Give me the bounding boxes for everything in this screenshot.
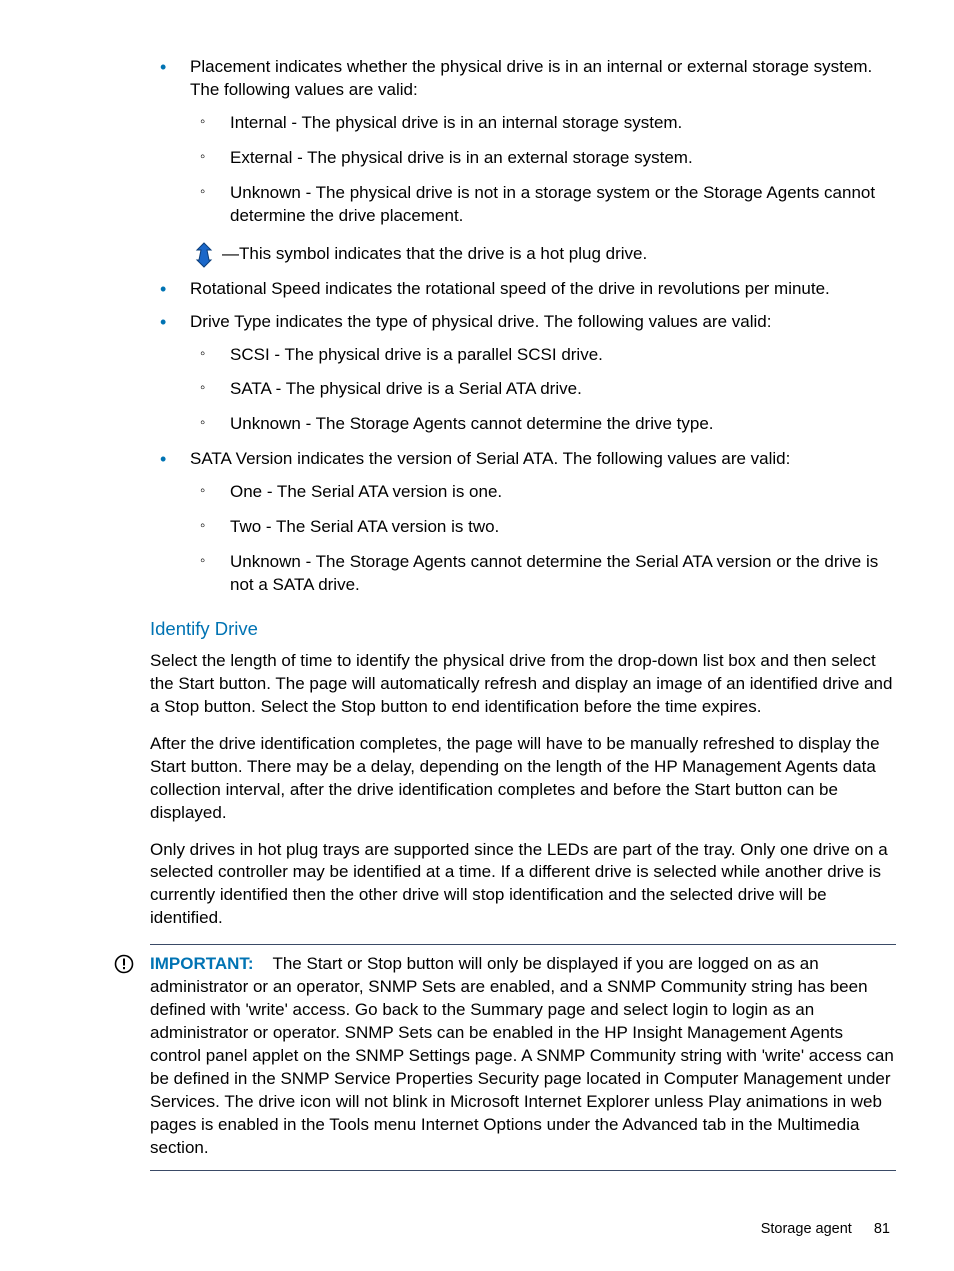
bullet-list-level2: SCSI - The physical drive is a parallel …	[190, 344, 896, 437]
sub-bullet: Internal - The physical drive is in an i…	[190, 112, 896, 135]
bullet-text: Drive Type indicates the type of physica…	[190, 312, 771, 331]
sub-bullet: Unknown - The Storage Agents cannot dete…	[190, 413, 896, 436]
sub-bullet: Unknown - The Storage Agents cannot dete…	[190, 551, 896, 597]
identify-drive-heading: Identify Drive	[150, 617, 896, 642]
bullet-placement: Placement indicates whether the physical…	[150, 56, 896, 268]
bullet-list-level2: Internal - The physical drive is in an i…	[190, 112, 896, 228]
sub-bullet: Two - The Serial ATA version is two.	[190, 516, 896, 539]
sub-bullet-text: Two - The Serial ATA version is two.	[230, 517, 499, 536]
bullet-rotational: Rotational Speed indicates the rotationa…	[150, 278, 896, 301]
sub-bullet: SATA - The physical drive is a Serial AT…	[190, 378, 896, 401]
identify-paragraph-2: After the drive identification completes…	[150, 733, 896, 825]
hotplug-symbol-row: —This symbol indicates that the drive is…	[190, 242, 896, 268]
sub-bullet-text: One - The Serial ATA version is one.	[230, 482, 502, 501]
identify-paragraph-3: Only drives in hot plug trays are suppor…	[150, 839, 896, 931]
sub-bullet-text: Unknown - The Storage Agents cannot dete…	[230, 414, 714, 433]
bullet-sata-version: SATA Version indicates the version of Se…	[150, 448, 896, 597]
hotplug-text: —This symbol indicates that the drive is…	[222, 243, 647, 266]
sub-bullet-text: SATA - The physical drive is a Serial AT…	[230, 379, 582, 398]
bullet-list-level2: One - The Serial ATA version is one. Two…	[190, 481, 896, 597]
sub-bullet: SCSI - The physical drive is a parallel …	[190, 344, 896, 367]
bullet-text: SATA Version indicates the version of Se…	[190, 449, 790, 468]
hotplug-drive-icon	[190, 242, 218, 268]
important-block: IMPORTANT: The Start or Stop button will…	[150, 944, 896, 1170]
page-footer: Storage agent 81	[761, 1221, 890, 1237]
sub-bullet-text: Internal - The physical drive is in an i…	[230, 113, 682, 132]
sub-bullet-text: SCSI - The physical drive is a parallel …	[230, 345, 603, 364]
important-label: IMPORTANT:	[150, 954, 254, 973]
bullet-text: Placement indicates whether the physical…	[190, 57, 872, 99]
footer-section: Storage agent	[761, 1221, 852, 1237]
important-callout: IMPORTANT: The Start or Stop button will…	[150, 944, 896, 1170]
sub-bullet: Unknown - The physical drive is not in a…	[190, 182, 896, 228]
bullet-list-level1: Placement indicates whether the physical…	[150, 56, 896, 597]
sub-bullet: One - The Serial ATA version is one.	[190, 481, 896, 504]
identify-paragraph-1: Select the length of time to identify th…	[150, 650, 896, 719]
page-content: Placement indicates whether the physical…	[0, 0, 954, 1171]
sub-bullet-text: Unknown - The Storage Agents cannot dete…	[230, 552, 878, 594]
important-icon	[114, 954, 134, 981]
important-text: The Start or Stop button will only be di…	[150, 954, 894, 1157]
footer-page-number: 81	[874, 1221, 890, 1237]
sub-bullet: External - The physical drive is in an e…	[190, 147, 896, 170]
bullet-text: Rotational Speed indicates the rotationa…	[190, 279, 830, 298]
bullet-drive-type: Drive Type indicates the type of physica…	[150, 311, 896, 437]
sub-bullet-text: Unknown - The physical drive is not in a…	[230, 183, 875, 225]
sub-bullet-text: External - The physical drive is in an e…	[230, 148, 693, 167]
